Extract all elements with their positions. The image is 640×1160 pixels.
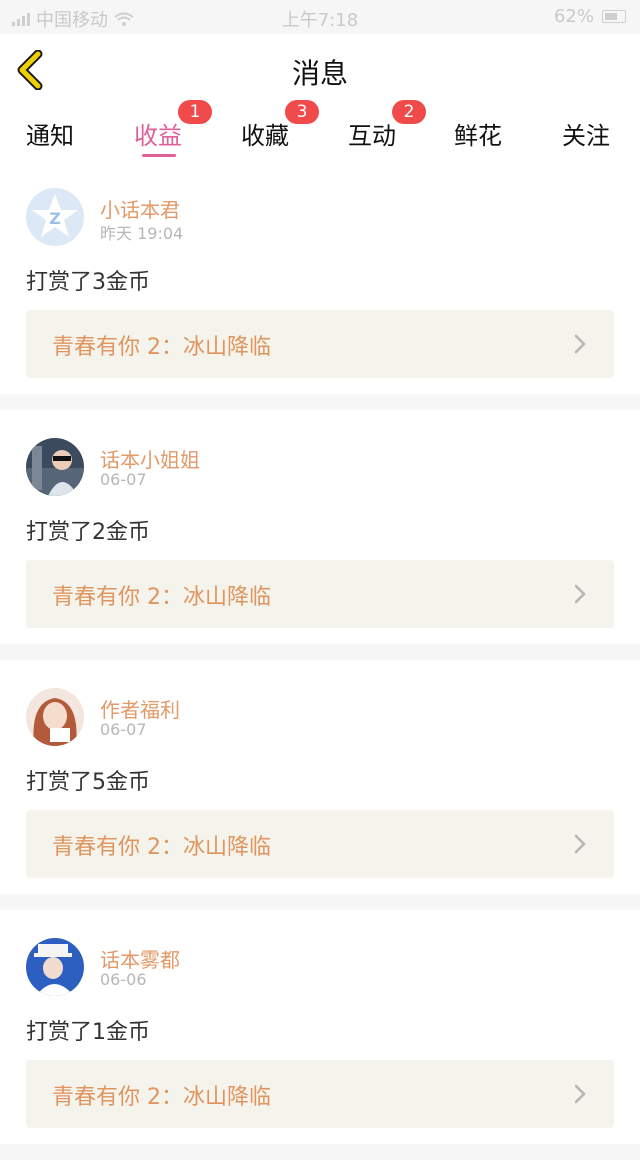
sender-name[interactable]: 小话本君 [100,194,180,223]
tab-label: 互动 [348,122,396,150]
unread-badge: 1 [178,100,212,124]
page-title: 消息 [291,57,348,90]
book-title: 青春有你 2：冰山降临 [52,835,271,860]
tab-label: 关注 [562,122,610,150]
avatar[interactable] [26,938,84,996]
message-list: Z 小话本君 昨天 19:04 打赏了3金币 青春有你 2：冰山降临 话本小姐姐… [0,160,640,1160]
chevron-right-icon [574,584,586,604]
message-time: 06-07 [100,720,147,739]
tab-favorites[interactable]: 收藏 3 [241,100,319,151]
book-link[interactable]: 青春有你 2：冰山降临 [26,1060,614,1128]
list-item: Z 小话本君 昨天 19:04 打赏了3金币 青春有你 2：冰山降临 [0,160,640,394]
avatar[interactable]: Z [26,188,84,246]
sender-name[interactable]: 话本雾都 [100,944,180,973]
battery-icon [602,10,626,23]
unread-badge: 3 [285,100,319,124]
tab-bar: 通知 收益 1 收藏 3 互动 2 鲜花 关注 [0,100,640,160]
avatar[interactable] [26,688,84,746]
chevron-right-icon [574,1084,586,1104]
tab-label: 通知 [26,122,74,150]
status-time: 上午7:18 [281,10,359,31]
tab-flowers[interactable]: 鲜花 [454,116,502,151]
tab-label: 收藏 [241,122,289,150]
tab-label: 鲜花 [454,122,502,150]
tab-following[interactable]: 关注 [562,116,610,151]
book-title: 青春有你 2：冰山降临 [52,585,271,610]
book-link[interactable]: 青春有你 2：冰山降临 [26,560,614,628]
tab-notifications[interactable]: 通知 [26,116,74,151]
book-link[interactable]: 青春有你 2：冰山降临 [26,810,614,878]
message-time: 06-07 [100,470,147,489]
nav-bar: 消息 [0,34,640,109]
chevron-right-icon [574,834,586,854]
chevron-right-icon [574,334,586,354]
message-text: 打赏了3金币 [26,270,150,295]
active-tab-indicator [142,154,176,157]
tab-interactions[interactable]: 互动 2 [348,100,426,151]
message-time: 昨天 19:04 [100,224,184,243]
book-title: 青春有你 2：冰山降临 [52,335,271,360]
avatar[interactable] [26,438,84,496]
unread-badge: 2 [392,100,426,124]
message-text: 打赏了2金币 [26,520,150,545]
list-item: 话本小姐姐 06-07 打赏了2金币 青春有你 2：冰山降临 [0,410,640,644]
battery: 62% [554,6,626,27]
message-text: 打赏了1金币 [26,1020,150,1045]
svg-text:Z: Z [49,209,61,228]
sender-name[interactable]: 作者福利 [100,694,180,723]
list-item: 作者福利 06-07 打赏了5金币 青春有你 2：冰山降临 [0,660,640,894]
battery-percent: 62% [553,6,594,27]
message-text: 打赏了5金币 [26,770,150,795]
book-title: 青春有你 2：冰山降临 [52,1085,271,1110]
status-bar: 中国移动 上午7:18 62% [0,0,640,34]
sender-name[interactable]: 话本小姐姐 [100,444,200,473]
tab-earnings[interactable]: 收益 1 [134,100,212,157]
message-time: 06-06 [100,970,147,989]
tab-label: 收益 [134,122,182,150]
book-link[interactable]: 青春有你 2：冰山降临 [26,310,614,378]
list-item: 话本雾都 06-06 打赏了1金币 青春有你 2：冰山降临 [0,910,640,1144]
